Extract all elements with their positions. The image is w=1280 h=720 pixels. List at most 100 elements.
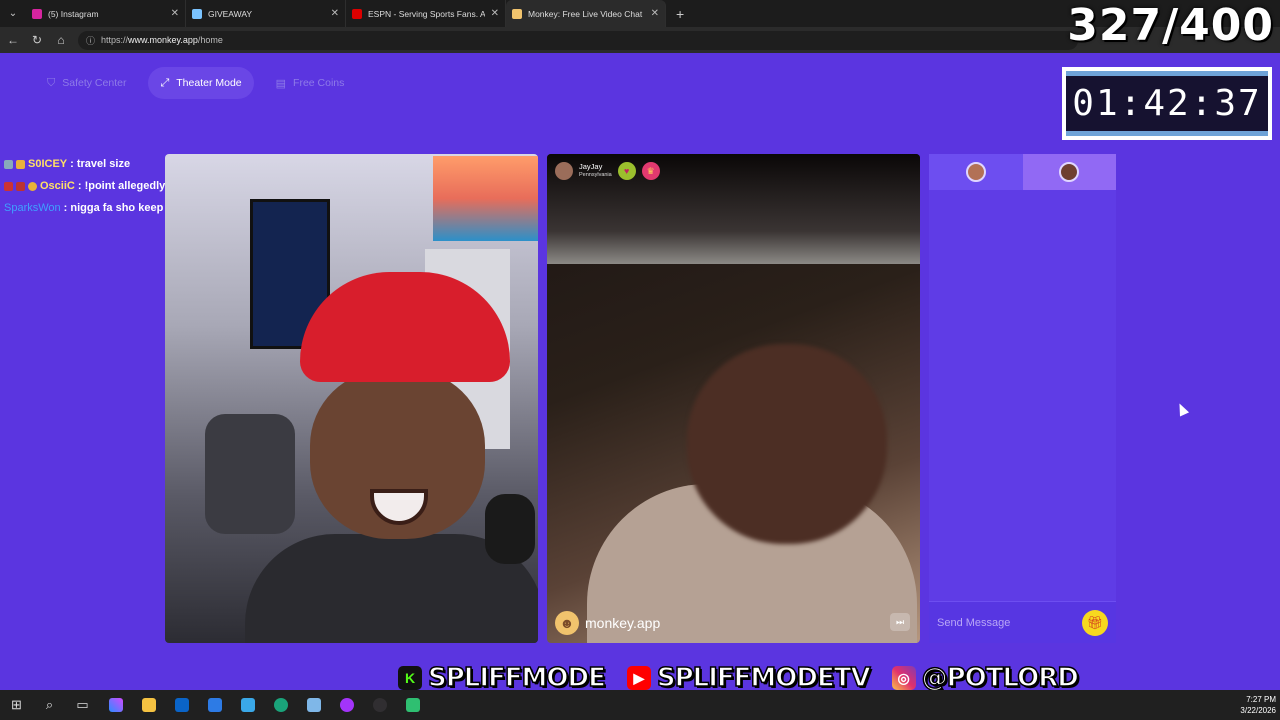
task-view-icon[interactable]: ▭ xyxy=(66,690,99,720)
site-info-icon[interactable]: ⓘ xyxy=(86,34,95,47)
tab-title: ESPN - Serving Sports Fans. Anytime... xyxy=(368,8,485,19)
windows-start-icon[interactable]: ⊞ xyxy=(0,690,33,720)
page-toolbar: ⛉ Safety Center ⤢ Theater Mode ▤ Free Co… xyxy=(35,67,356,99)
kick-icon: K xyxy=(398,666,422,690)
peer-name: JayJay xyxy=(579,162,603,171)
avatar xyxy=(1059,162,1080,182)
browser-tab-instagram[interactable]: (5) Instagram ✕ xyxy=(26,0,186,27)
giveaway-favicon-icon xyxy=(192,8,202,19)
new-tab-plus-icon[interactable]: + xyxy=(666,6,694,22)
store-icon[interactable] xyxy=(198,690,231,720)
url-field[interactable]: ⓘ https://www.monkey.app/home xyxy=(78,30,1078,50)
gaming-chair xyxy=(205,414,295,534)
social-name: SPLIFFMODETV xyxy=(656,662,871,694)
instagram-icon: ◎ xyxy=(891,666,916,690)
close-tab-icon[interactable]: ✕ xyxy=(651,8,659,19)
coins-icon: ▤ xyxy=(275,77,287,90)
browser-tab-giveaway[interactable]: GIVEAWAY ✕ xyxy=(186,0,346,27)
tab-title: Monkey: Free Live Video Chat xyxy=(528,8,643,19)
theater-mode-button[interactable]: ⤢ Theater Mode xyxy=(148,67,254,99)
chat-username: S0ICEY xyxy=(28,158,68,170)
mouse-cursor-icon xyxy=(1174,401,1190,417)
system-clock[interactable]: 7:27 PM 3/22/2026 xyxy=(1240,694,1276,716)
url-path: /home xyxy=(197,35,223,45)
monkey-app-page: ⛉ Safety Center ⤢ Theater Mode ▤ Free Co… xyxy=(0,53,1280,690)
outlook-icon[interactable] xyxy=(165,690,198,720)
skip-icon[interactable]: ⏭ xyxy=(890,613,910,631)
reload-icon[interactable]: ↻ xyxy=(30,33,44,47)
progress-counter: 327/400 xyxy=(1067,0,1274,51)
timer-text: 01:42:37 xyxy=(1066,71,1268,136)
peer-avatar[interactable] xyxy=(555,162,573,180)
espn-favicon-icon xyxy=(352,8,362,19)
messenger-icon[interactable] xyxy=(330,690,363,720)
browser-tab-espn[interactable]: ESPN - Serving Sports Fans. Anytime... ✕ xyxy=(346,0,506,27)
windows-taskbar: ⊞ ⌕ ▭ 7:27 PM 3/22/2026 xyxy=(0,690,1280,720)
chat-text: : travel size xyxy=(70,158,131,170)
instagram-favicon-icon xyxy=(32,8,42,19)
tab-actions-icon[interactable]: ⌄ xyxy=(0,0,26,27)
social-instagram: ◎ @POTLORD xyxy=(891,662,1080,694)
peer-location: Pennsylvania xyxy=(579,172,612,178)
tab-self-avatar[interactable] xyxy=(929,154,1023,190)
close-tab-icon[interactable]: ✕ xyxy=(171,8,179,19)
obs-icon[interactable] xyxy=(363,690,396,720)
message-composer: 🎁︎ xyxy=(929,601,1116,643)
gift-icon[interactable]: 🎁︎ xyxy=(1082,609,1108,636)
copilot-icon[interactable] xyxy=(99,690,132,720)
beach-poster xyxy=(433,156,538,241)
url-host: www.monkey.app xyxy=(128,35,198,45)
theater-mode-label: Theater Mode xyxy=(176,77,242,89)
stream-timer: 01:42:37 xyxy=(1062,67,1272,140)
home-icon[interactable]: ⌂ xyxy=(54,33,68,47)
chat-username: SparksWon xyxy=(4,202,61,214)
clock-date: 3/22/2026 xyxy=(1240,706,1276,715)
clock-time: 7:27 PM xyxy=(1246,695,1276,704)
social-name: SPLIFFMODE xyxy=(427,662,606,694)
tab-peer-avatar[interactable] xyxy=(1022,154,1116,190)
heart-icon[interactable]: ♥ xyxy=(617,162,636,180)
close-tab-icon[interactable]: ✕ xyxy=(491,8,499,19)
social-name: @POTLORD xyxy=(921,662,1080,694)
remote-video-feed: JayJay Pennsylvania ♥ ♛ ☻ monkey.app ⏭ xyxy=(547,154,920,643)
edge-icon[interactable] xyxy=(264,690,297,720)
tab-title: GIVEAWAY xyxy=(208,8,253,19)
badge-icon xyxy=(16,159,25,169)
url-scheme: https:// xyxy=(101,35,129,45)
social-handles: K SPLIFFMODE ▶ SPLIFFMODETV ◎ @POTLORD xyxy=(398,662,1080,694)
photos-icon[interactable] xyxy=(231,690,264,720)
monkey-favicon-icon xyxy=(512,8,522,19)
browser-tab-monkey[interactable]: Monkey: Free Live Video Chat ✕ xyxy=(506,0,666,27)
chat-side-panel: 🎁︎ xyxy=(929,154,1116,643)
social-youtube: ▶ SPLIFFMODETV xyxy=(626,662,871,694)
close-tab-icon[interactable]: ✕ xyxy=(331,8,339,19)
back-arrow-icon[interactable]: ← xyxy=(6,33,20,47)
trophy-icon[interactable]: ♛ xyxy=(641,162,660,180)
avatar xyxy=(965,162,986,182)
tab-title: (5) Instagram xyxy=(48,8,99,19)
monkey-watermark: ☻ monkey.app xyxy=(555,611,660,635)
monkey-logo-icon: ☻ xyxy=(555,611,579,635)
badge-icon xyxy=(4,181,13,191)
file-explorer-icon[interactable] xyxy=(132,690,165,720)
badge-icon xyxy=(16,181,25,191)
shield-icon: ⛉ xyxy=(47,76,56,89)
badge-icon xyxy=(28,181,37,191)
side-panel-tabs xyxy=(929,154,1116,190)
peer-name-block: JayJay Pennsylvania xyxy=(579,163,612,179)
microphone xyxy=(485,494,535,564)
expand-icon: ⤢ xyxy=(160,76,170,89)
peer-face xyxy=(687,344,887,544)
badge-icon xyxy=(4,159,13,169)
safety-center-label: Safety Center xyxy=(62,77,127,89)
search-icon[interactable]: ⌕ xyxy=(33,690,66,720)
app-icon[interactable] xyxy=(396,690,429,720)
peer-info: JayJay Pennsylvania ♥ ♛ xyxy=(555,162,660,180)
local-video-feed xyxy=(165,154,538,643)
free-coins-button[interactable]: ▤ Free Coins xyxy=(264,67,357,99)
social-kick: K SPLIFFMODE xyxy=(398,662,607,694)
notepad-icon[interactable] xyxy=(297,690,330,720)
youtube-icon: ▶ xyxy=(626,666,651,690)
send-message-input[interactable] xyxy=(937,616,1082,629)
safety-center-button[interactable]: ⛉ Safety Center xyxy=(35,67,138,99)
